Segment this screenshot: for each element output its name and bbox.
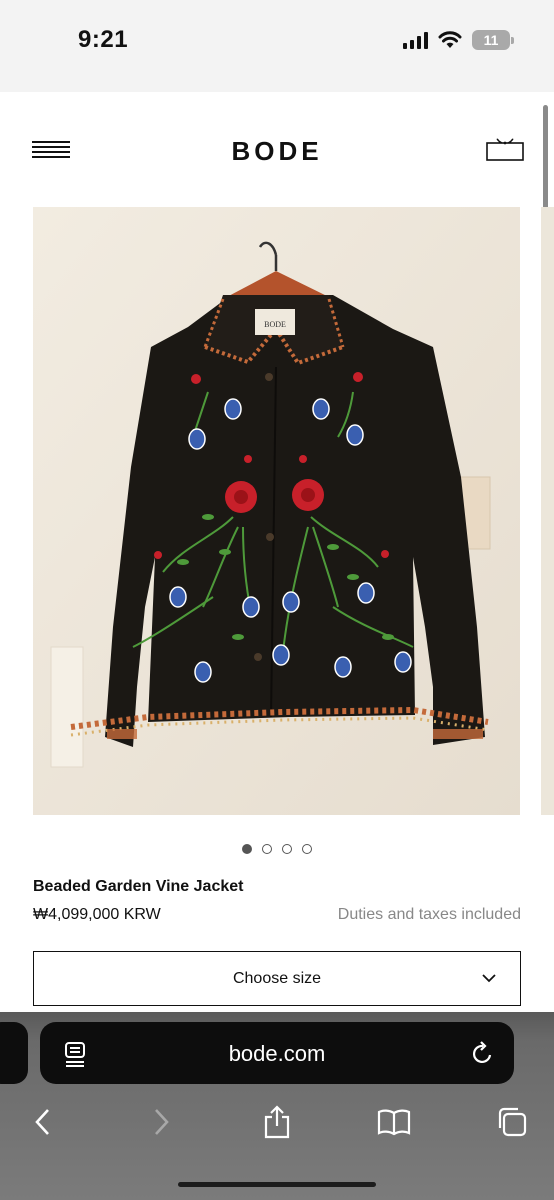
browser-toolbar [0, 1102, 554, 1142]
home-indicator[interactable] [178, 1182, 376, 1187]
carousel-dot-2[interactable] [262, 844, 272, 854]
status-bar: 9:21 11 [0, 0, 554, 92]
status-time: 9:21 [78, 26, 129, 53]
shopping-bag-icon[interactable] [486, 136, 524, 162]
tax-note: Duties and taxes included [337, 906, 521, 923]
size-select-label: Choose size [232, 970, 322, 987]
size-select[interactable]: Choose size [33, 951, 521, 1006]
site-header: BODE [0, 92, 554, 207]
url-text: bode.com [228, 1041, 326, 1066]
share-icon[interactable] [257, 1102, 297, 1142]
address-bar[interactable]: bode.com [40, 1022, 514, 1084]
forward-icon[interactable] [142, 1102, 182, 1142]
previous-tab-peek[interactable] [0, 1022, 28, 1084]
product-image[interactable]: BODE [33, 207, 520, 815]
chevron-down-icon [482, 974, 496, 983]
tabs-icon[interactable] [492, 1102, 532, 1142]
cellular-signal-icon [403, 31, 428, 49]
label-tag-text: BODE [264, 320, 286, 329]
battery-icon: 11 [472, 30, 514, 50]
jacket-photo: BODE [33, 207, 520, 815]
status-icons: 11 [403, 30, 514, 50]
product-name: Beaded Garden Vine Jacket [33, 878, 244, 895]
product-price: ₩4,099,000 KRW [33, 906, 161, 923]
carousel-dot-1[interactable] [242, 844, 252, 854]
battery-level: 11 [483, 32, 499, 48]
carousel-dots [0, 844, 554, 854]
bookmarks-icon[interactable] [374, 1102, 414, 1142]
browser-toolbar-area: bode.com [0, 1012, 554, 1200]
back-icon[interactable] [22, 1102, 62, 1142]
wifi-icon [438, 31, 462, 48]
reload-icon[interactable] [470, 1040, 494, 1066]
carousel-dot-3[interactable] [282, 844, 292, 854]
next-image-peek[interactable] [541, 207, 554, 815]
carousel-dot-4[interactable] [302, 844, 312, 854]
site-logo[interactable]: BODE [0, 136, 554, 167]
